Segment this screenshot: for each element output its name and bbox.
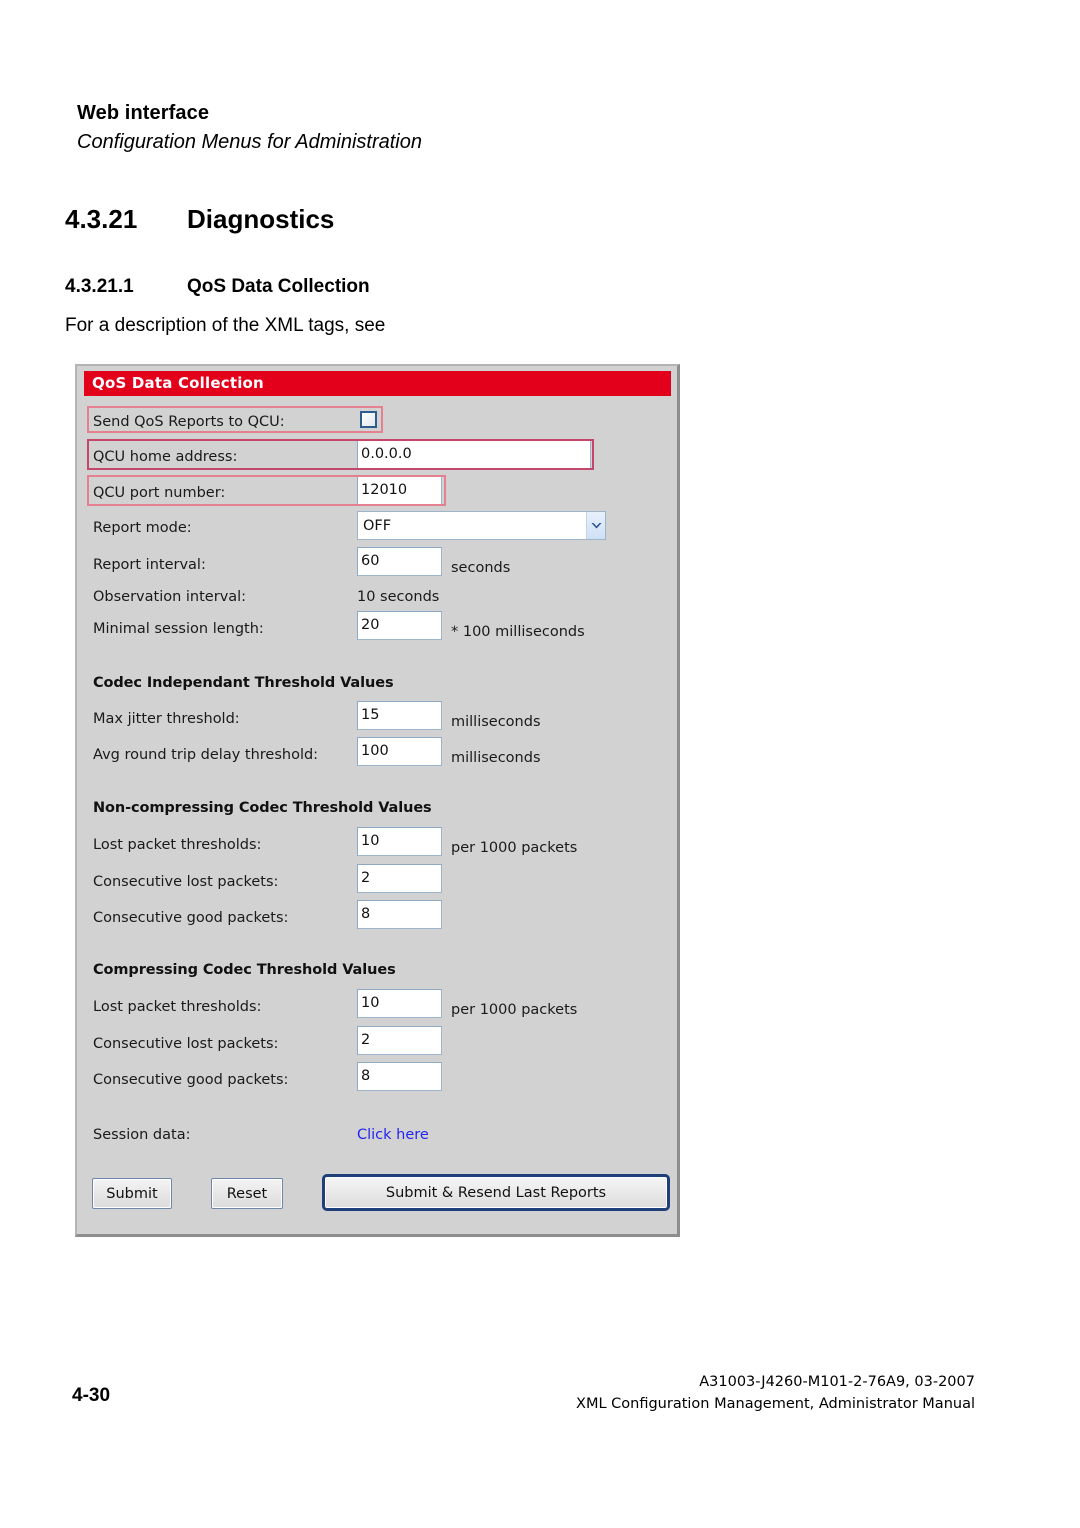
section-number-2: 4.3.21.1: [65, 276, 134, 297]
unit-minimal-session-length: * 100 milliseconds: [451, 624, 585, 640]
report-interval-input[interactable]: 60: [357, 547, 442, 576]
reset-button[interactable]: Reset: [211, 1178, 283, 1209]
label-c-lost-packet-thresholds: Lost packet thresholds:: [93, 999, 262, 1015]
body-paragraph: For a description of the XML tags, see: [65, 315, 386, 336]
unit-nc-lost-packet-thresholds: per 1000 packets: [451, 840, 578, 856]
minimal-session-length-input[interactable]: 20: [357, 611, 442, 640]
nc-lost-packet-thresholds-input[interactable]: 10: [357, 827, 442, 856]
footer-document-info: A31003-J4260-M101-2-76A9, 03-2007 XML Co…: [576, 1371, 975, 1415]
chevron-down-icon[interactable]: [586, 512, 605, 539]
report-mode-value: OFF: [363, 517, 392, 534]
label-avg-round-trip-delay-threshold: Avg round trip delay threshold:: [93, 747, 319, 763]
label-nc-consecutive-good-packets: Consecutive good packets:: [93, 910, 289, 926]
label-qcu-port-number: QCU port number:: [93, 485, 226, 501]
group-heading-compressing: Compressing Codec Threshold Values: [93, 962, 396, 978]
group-heading-codec-independant: Codec Independant Threshold Values: [93, 675, 394, 691]
label-observation-interval: Observation interval:: [93, 589, 247, 605]
label-nc-consecutive-lost-packets: Consecutive lost packets:: [93, 874, 279, 890]
section-heading-level1: 4.3.21 Diagnostics: [65, 203, 965, 235]
c-lost-packet-thresholds-input[interactable]: 10: [357, 989, 442, 1018]
submit-and-resend-last-reports-button[interactable]: Submit & Resend Last Reports: [322, 1174, 670, 1211]
footer-page-number: 4-30: [72, 1385, 111, 1406]
section-heading-level2: 4.3.21.1 QoS Data Collection: [65, 274, 965, 300]
label-c-consecutive-lost-packets: Consecutive lost packets:: [93, 1036, 279, 1052]
qos-data-collection-panel: QoS Data Collection Send QoS Reports to …: [75, 364, 680, 1237]
c-consecutive-lost-packets-input[interactable]: 2: [357, 1026, 442, 1055]
header-title: Web interface: [77, 102, 210, 124]
label-max-jitter-threshold: Max jitter threshold:: [93, 711, 240, 727]
unit-report-interval: seconds: [451, 560, 511, 576]
report-mode-select[interactable]: OFF: [357, 511, 606, 540]
label-report-mode: Report mode:: [93, 520, 192, 536]
section-title-1: Diagnostics: [187, 204, 335, 234]
panel-inner: QoS Data Collection Send QoS Reports to …: [77, 366, 677, 1234]
c-consecutive-good-packets-input[interactable]: 8: [357, 1062, 442, 1091]
send-qos-reports-checkbox[interactable]: [360, 411, 377, 428]
header-subtitle: Configuration Menus for Administration: [77, 131, 422, 153]
avg-round-trip-delay-threshold-input[interactable]: 100: [357, 737, 442, 766]
unit-avg-round-trip-delay-threshold: milliseconds: [451, 750, 541, 766]
submit-button[interactable]: Submit: [92, 1178, 172, 1209]
section-title-2: QoS Data Collection: [187, 276, 370, 297]
footer-doc-id: A31003-J4260-M101-2-76A9, 03-2007: [699, 1374, 975, 1390]
group-heading-non-compressing: Non-compressing Codec Threshold Values: [93, 800, 432, 816]
section-number-1: 4.3.21: [65, 204, 138, 234]
session-data-link[interactable]: Click here: [357, 1126, 429, 1144]
document-header: Web interface Configuration Menus for Ad…: [77, 100, 977, 156]
label-minimal-session-length: Minimal session length:: [93, 621, 264, 637]
nc-consecutive-good-packets-input[interactable]: 8: [357, 900, 442, 929]
max-jitter-threshold-input[interactable]: 15: [357, 701, 442, 730]
unit-c-lost-packet-thresholds: per 1000 packets: [451, 1002, 578, 1018]
label-send-qos-reports: Send QoS Reports to QCU:: [93, 414, 285, 430]
nc-consecutive-lost-packets-input[interactable]: 2: [357, 864, 442, 893]
qcu-port-number-input[interactable]: 12010: [357, 476, 442, 505]
label-session-data: Session data:: [93, 1127, 191, 1143]
panel-titlebar: QoS Data Collection: [84, 371, 671, 396]
unit-max-jitter-threshold: milliseconds: [451, 714, 541, 730]
label-nc-lost-packet-thresholds: Lost packet thresholds:: [93, 837, 262, 853]
label-report-interval: Report interval:: [93, 557, 206, 573]
observation-interval-value: 10 seconds: [357, 589, 440, 605]
label-c-consecutive-good-packets: Consecutive good packets:: [93, 1072, 289, 1088]
footer-doc-title: XML Configuration Management, Administra…: [576, 1396, 975, 1412]
label-qcu-home-address: QCU home address:: [93, 449, 238, 465]
qcu-home-address-input[interactable]: 0.0.0.0: [357, 440, 591, 469]
